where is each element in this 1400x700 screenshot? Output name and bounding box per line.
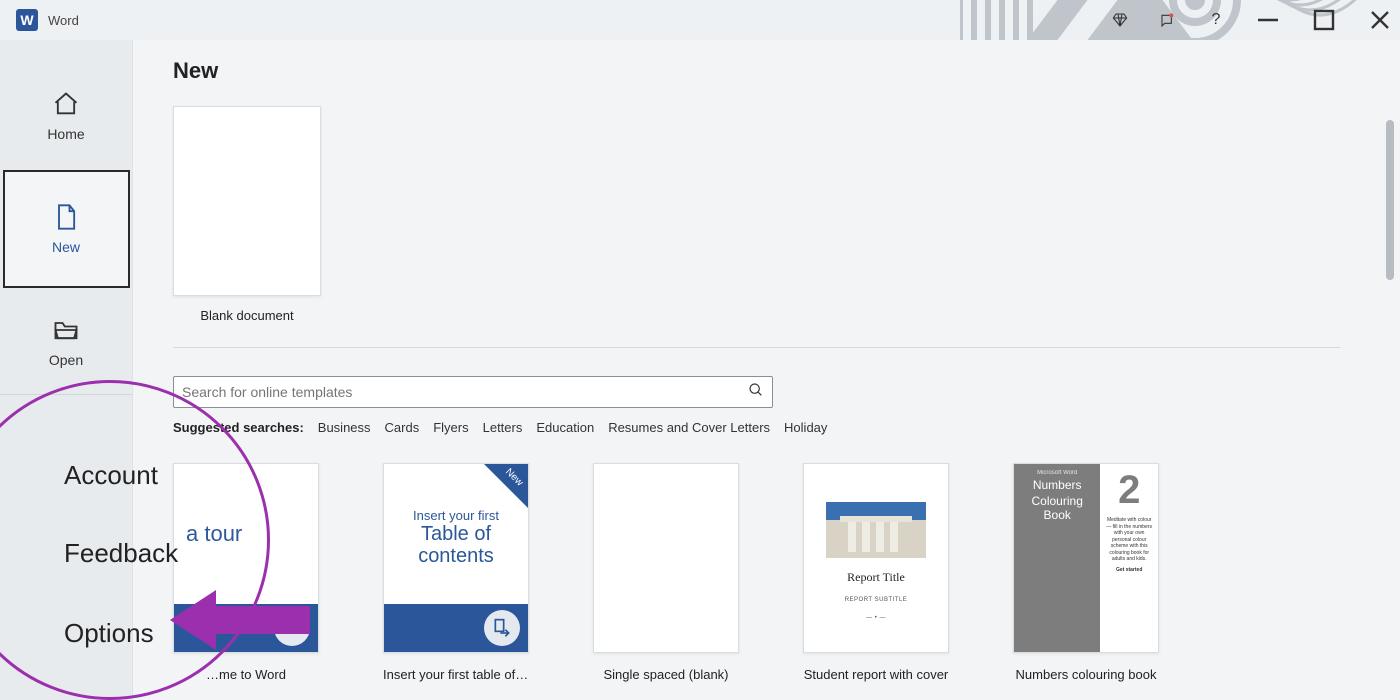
template-single-spaced[interactable]: Single spaced (blank) [593,463,739,682]
thumb-text: Meditate with colour — fill in the numbe… [1104,517,1154,563]
template-caption: …me to Word [173,667,319,682]
suggested-link[interactable]: Flyers [433,420,468,435]
template-thumbnail: New Insert your first Table of contents [383,463,529,653]
template-caption: Insert your first table of c… [383,667,529,682]
home-icon [52,90,80,118]
main-panel: New Blank document Suggested searches: B… [133,40,1400,700]
template-gallery: a tour …me to Word New Insert your first [173,463,1400,682]
template-caption: Blank document [173,308,321,323]
maximize-button[interactable] [1310,6,1338,34]
blank-document-thumbnail [173,106,321,296]
report-cover-image [826,502,926,558]
page-arrow-icon [484,610,520,646]
title-bar: W Word [0,0,1400,40]
template-thumbnail: a tour [173,463,319,653]
page-title: New [173,58,1400,84]
template-welcome-tour[interactable]: a tour …me to Word [173,463,319,682]
window-buttons: ? [1110,0,1394,40]
minimize-button[interactable] [1254,6,1282,34]
thumb-text: 2 [1104,468,1154,513]
suggested-lead: Suggested searches: [173,420,304,435]
thumb-text: Report Title [847,570,905,585]
template-blank-document[interactable]: Blank document [173,106,321,323]
template-thumbnail [593,463,739,653]
suggested-link[interactable]: Education [536,420,594,435]
template-caption: Single spaced (blank) [593,667,739,682]
suggested-link[interactable]: Letters [483,420,523,435]
template-caption: Numbers colouring book [1013,667,1159,682]
thumb-text: Microsoft Word [1020,470,1094,476]
section-divider [173,347,1340,348]
open-folder-icon [52,316,80,344]
backstage-sidebar: Home New Open [0,40,133,700]
app-title: Word [48,13,79,28]
sidebar-item-home[interactable]: Home [0,76,132,156]
sidebar-item-label: Home [47,126,84,142]
template-thumbnail: Report Title Report subtitle — • — [803,463,949,653]
thumb-text: — • — [866,615,886,621]
thumb-text: Get started [1104,567,1154,574]
sidebar-item-new[interactable]: New [3,170,130,288]
scrollbar-thumb[interactable] [1386,120,1394,280]
sidebar-item-open[interactable]: Open [0,302,132,382]
main-scrollbar[interactable] [1386,120,1394,700]
template-student-report[interactable]: Report Title Report subtitle — • — Stude… [803,463,949,682]
thumb-text: Insert your first [398,508,514,523]
close-button[interactable] [1366,6,1394,34]
template-caption: Student report with cover [803,667,949,682]
search-icon[interactable] [748,382,764,403]
template-thumbnail: Microsoft Word Numbers Colouring Book 2 … [1013,463,1159,653]
template-table-of-contents[interactable]: New Insert your first Table of contents … [383,463,529,682]
suggested-link[interactable]: Holiday [784,420,827,435]
thumb-text: Table of [398,523,514,545]
premium-diamond-icon[interactable] [1110,10,1130,30]
thumb-text: a tour [186,521,242,547]
sidebar-item-label: New [52,239,80,255]
thumb-text: Colouring Book [1020,494,1094,522]
sidebar-item-label: Open [49,352,83,368]
thumb-text: Numbers [1020,478,1094,492]
suggested-link[interactable]: Business [318,420,371,435]
word-app-icon: W [16,9,38,31]
arrow-right-icon [274,610,310,646]
help-icon[interactable]: ? [1206,10,1226,30]
suggested-link[interactable]: Resumes and Cover Letters [608,420,770,435]
thumb-text: Report subtitle [845,597,908,603]
template-colouring-book[interactable]: Microsoft Word Numbers Colouring Book 2 … [1013,463,1159,682]
template-search-input[interactable] [182,384,748,400]
sidebar-divider [0,394,132,395]
new-document-icon [52,203,80,231]
suggested-link[interactable]: Cards [385,420,420,435]
thumb-text: contents [398,545,514,567]
coming-soon-icon[interactable] [1158,10,1178,30]
template-search[interactable] [173,376,773,408]
suggested-searches: Suggested searches: Business Cards Flyer… [173,420,1400,435]
